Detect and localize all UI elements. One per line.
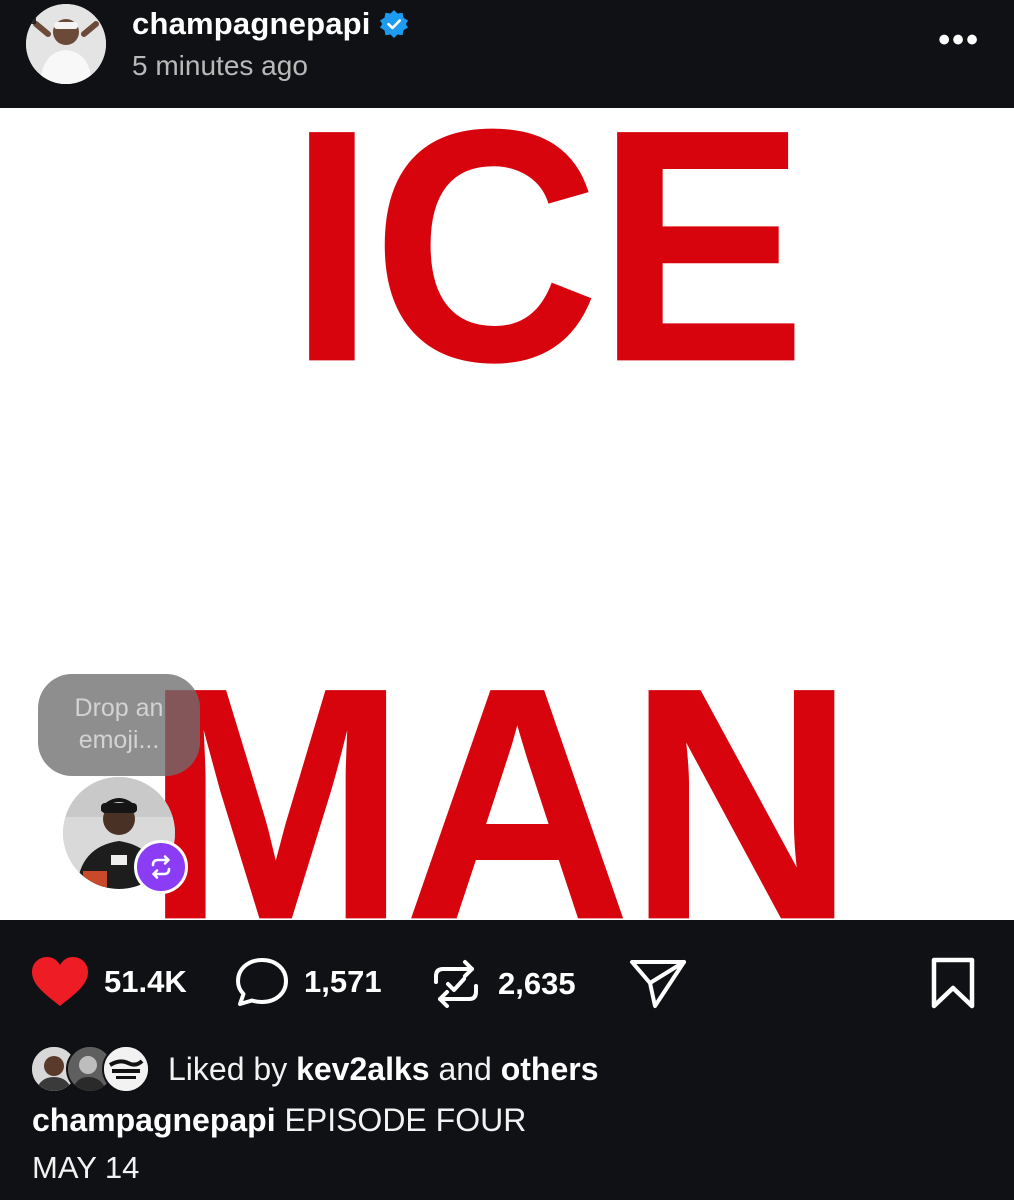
liked-by-prefix: Liked by — [168, 1050, 288, 1087]
like-button[interactable]: 51.4K — [30, 956, 187, 1008]
more-options-button[interactable]: ••• — [938, 20, 980, 60]
save-button[interactable] — [930, 956, 976, 1010]
emoji-prompt-line1: Drop an — [74, 694, 164, 722]
comment-icon — [236, 958, 288, 1006]
liked-by-row[interactable]: Liked by kev2alks and others — [30, 1044, 599, 1094]
post-text-ice: ICE — [288, 108, 807, 431]
like-count: 51.4K — [104, 964, 187, 999]
repost-button[interactable]: 2,635 — [428, 956, 576, 1012]
repost-icon — [434, 960, 478, 1008]
author-avatar[interactable] — [26, 4, 106, 84]
caption-line2: MAY 14 — [32, 1150, 140, 1185]
comment-count: 1,571 — [304, 964, 382, 999]
liked-by-others[interactable]: others — [501, 1051, 599, 1087]
caption-text: EPISODE FOUR — [284, 1102, 527, 1138]
author-username[interactable]: champagnepapi — [132, 6, 371, 42]
liker-avatars — [30, 1044, 160, 1094]
liker-avatar-logo — [102, 1045, 150, 1093]
post-timestamp: 5 minutes ago — [132, 50, 308, 81]
caption-username[interactable]: champagnepapi — [32, 1102, 276, 1138]
repost-badge-icon — [134, 840, 188, 894]
send-icon — [630, 960, 686, 1008]
comment-button[interactable]: 1,571 — [234, 956, 382, 1008]
caption: champagnepapi EPISODE FOUR — [32, 1102, 526, 1139]
share-button[interactable] — [628, 956, 688, 1010]
post-footer: 51.4K 1,571 2,635 Liked by kev2alks and … — [0, 920, 1014, 1200]
verified-badge-icon — [379, 9, 409, 39]
repost-count: 2,635 — [498, 966, 576, 1001]
liked-by-user[interactable]: kev2alks — [296, 1051, 429, 1087]
post-header: champagnepapi 5 minutes ago ••• — [0, 0, 1014, 108]
heart-icon — [32, 957, 88, 1006]
post-image[interactable]: ICE MAN Drop an emoji... — [0, 108, 1014, 920]
bookmark-icon — [931, 957, 975, 1009]
emoji-prompt-line2: emoji... — [78, 726, 160, 754]
post-text-man: MAN — [144, 618, 856, 920]
emoji-prompt-bubble[interactable]: Drop an emoji... — [38, 674, 200, 776]
liked-by-joiner: and — [438, 1050, 492, 1087]
